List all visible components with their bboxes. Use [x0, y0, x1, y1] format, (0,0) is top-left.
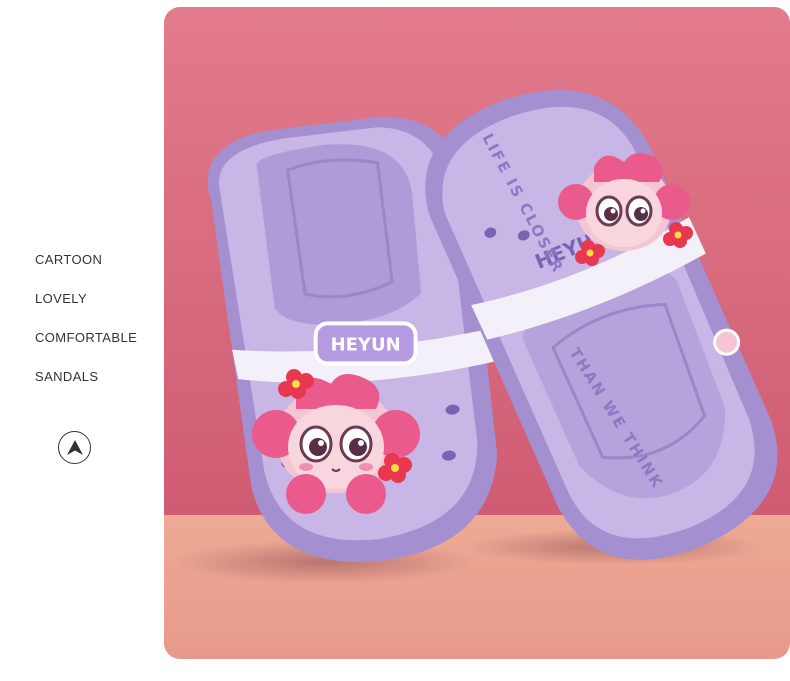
- scroll-up-button[interactable]: [58, 431, 91, 464]
- sandals-illustration: HEYUN HEYUN LIFE IS CLOSER THAN WE THINK: [164, 7, 790, 659]
- feature-comfortable: COMFORTABLE: [35, 330, 138, 345]
- feature-cartoon: CARTOON: [35, 252, 103, 267]
- product-photo: HEYUN HEYUN LIFE IS CLOSER THAN WE THINK: [164, 7, 790, 659]
- strap-brand-text: HEYUN: [331, 334, 401, 355]
- feature-lovely: LOVELY: [35, 291, 88, 306]
- feature-sandals: SANDALS: [35, 369, 99, 384]
- feature-list: CARTOON LOVELY COMFORTABLE SANDALS: [35, 252, 137, 408]
- up-arrow-icon: [66, 439, 83, 455]
